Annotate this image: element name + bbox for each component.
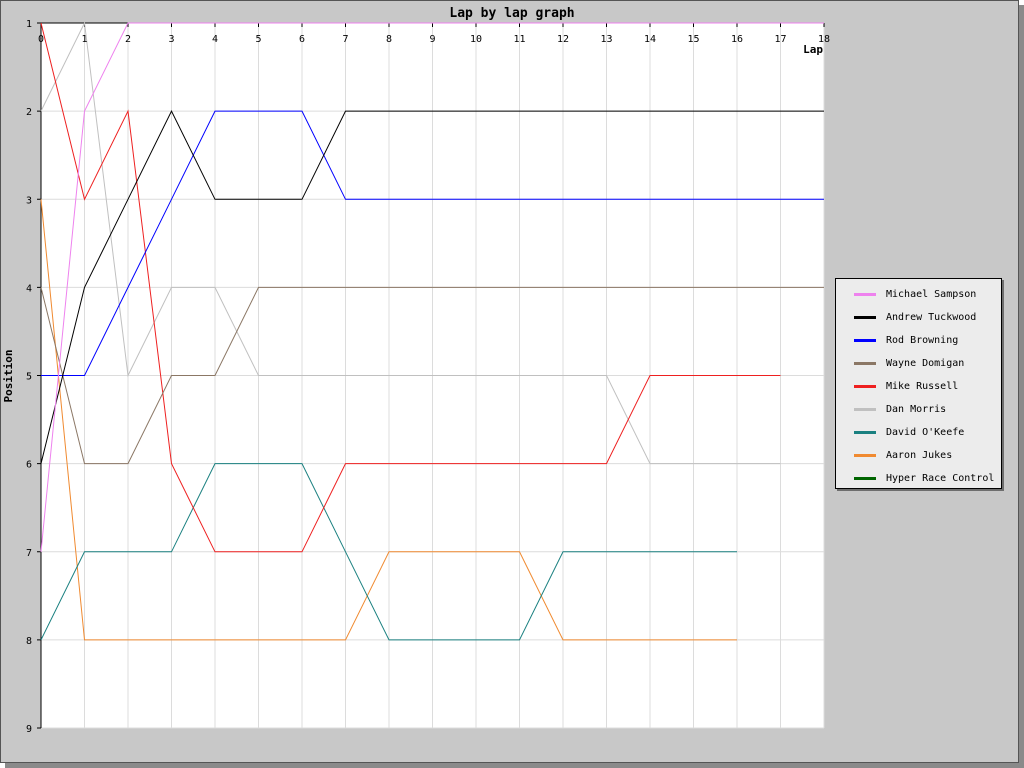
legend-label: Hyper Race Control	[886, 473, 995, 484]
legend-swatch	[854, 362, 876, 365]
legend-item: Aaron Jukes	[836, 444, 1001, 467]
legend-item: David O'Keefe	[836, 421, 1001, 444]
x-tick-label: 11	[513, 34, 525, 45]
legend-label: Mike Russell	[886, 381, 959, 392]
y-tick-label: 7	[26, 548, 32, 559]
legend-swatch	[854, 385, 876, 388]
legend-label: Wayne Domigan	[886, 358, 965, 369]
x-tick-label: 17	[774, 34, 786, 45]
legend-label: David O'Keefe	[886, 427, 965, 438]
y-tick-label: 4	[26, 283, 32, 294]
x-tick-label: 7	[342, 34, 348, 45]
y-tick-label: 8	[26, 636, 32, 647]
legend-swatch	[854, 477, 876, 480]
y-axis-label: Position	[2, 350, 15, 403]
x-tick-label: 1	[81, 34, 87, 45]
legend-label: Dan Morris	[886, 404, 947, 415]
legend-item: Rod Browning	[836, 329, 1001, 352]
legend: Michael Sampson Andrew Tuckwood Rod Browni…	[835, 278, 1002, 489]
x-tick-label: 5	[255, 34, 261, 45]
legend-swatch	[854, 293, 876, 296]
x-tick-label: 13	[600, 34, 612, 45]
y-tick-label: 1	[26, 19, 32, 30]
legend-swatch	[854, 431, 876, 434]
legend-item: Hyper Race Control	[836, 467, 1001, 490]
x-tick-label: 8	[386, 34, 392, 45]
legend-swatch	[854, 408, 876, 411]
x-tick-label: 3	[168, 34, 174, 45]
legend-label: Aaron Jukes	[886, 450, 953, 461]
legend-swatch	[854, 454, 876, 457]
x-tick-label: 9	[429, 34, 435, 45]
x-axis-label: Lap	[803, 43, 823, 56]
legend-item: Andrew Tuckwood	[836, 306, 1001, 329]
x-tick-label: 12	[557, 34, 569, 45]
y-tick-label: 6	[26, 460, 32, 471]
legend-item: Dan Morris	[836, 398, 1001, 421]
x-tick-label: 15	[687, 34, 699, 45]
x-tick-label: 0	[38, 34, 44, 45]
y-tick-label: 3	[26, 195, 32, 206]
x-tick-label: 16	[731, 34, 743, 45]
legend-item: Michael Sampson	[836, 283, 1001, 306]
x-tick-label: 6	[299, 34, 305, 45]
chart-title: Lap by lap graph	[449, 6, 574, 21]
legend-item: Wayne Domigan	[836, 352, 1001, 375]
x-tick-label: 2	[125, 34, 131, 45]
legend-label: Michael Sampson	[886, 289, 977, 300]
legend-label: Andrew Tuckwood	[886, 312, 977, 323]
x-tick-label: 14	[644, 34, 656, 45]
x-tick-label: 4	[212, 34, 218, 45]
legend-swatch	[854, 339, 876, 342]
y-tick-label: 2	[26, 107, 32, 118]
legend-label: Rod Browning	[886, 335, 959, 346]
y-tick-label: 5	[26, 372, 32, 383]
x-tick-label: 10	[470, 34, 482, 45]
legend-swatch	[854, 316, 876, 319]
y-tick-label: 9	[26, 724, 32, 735]
legend-item: Mike Russell	[836, 375, 1001, 398]
